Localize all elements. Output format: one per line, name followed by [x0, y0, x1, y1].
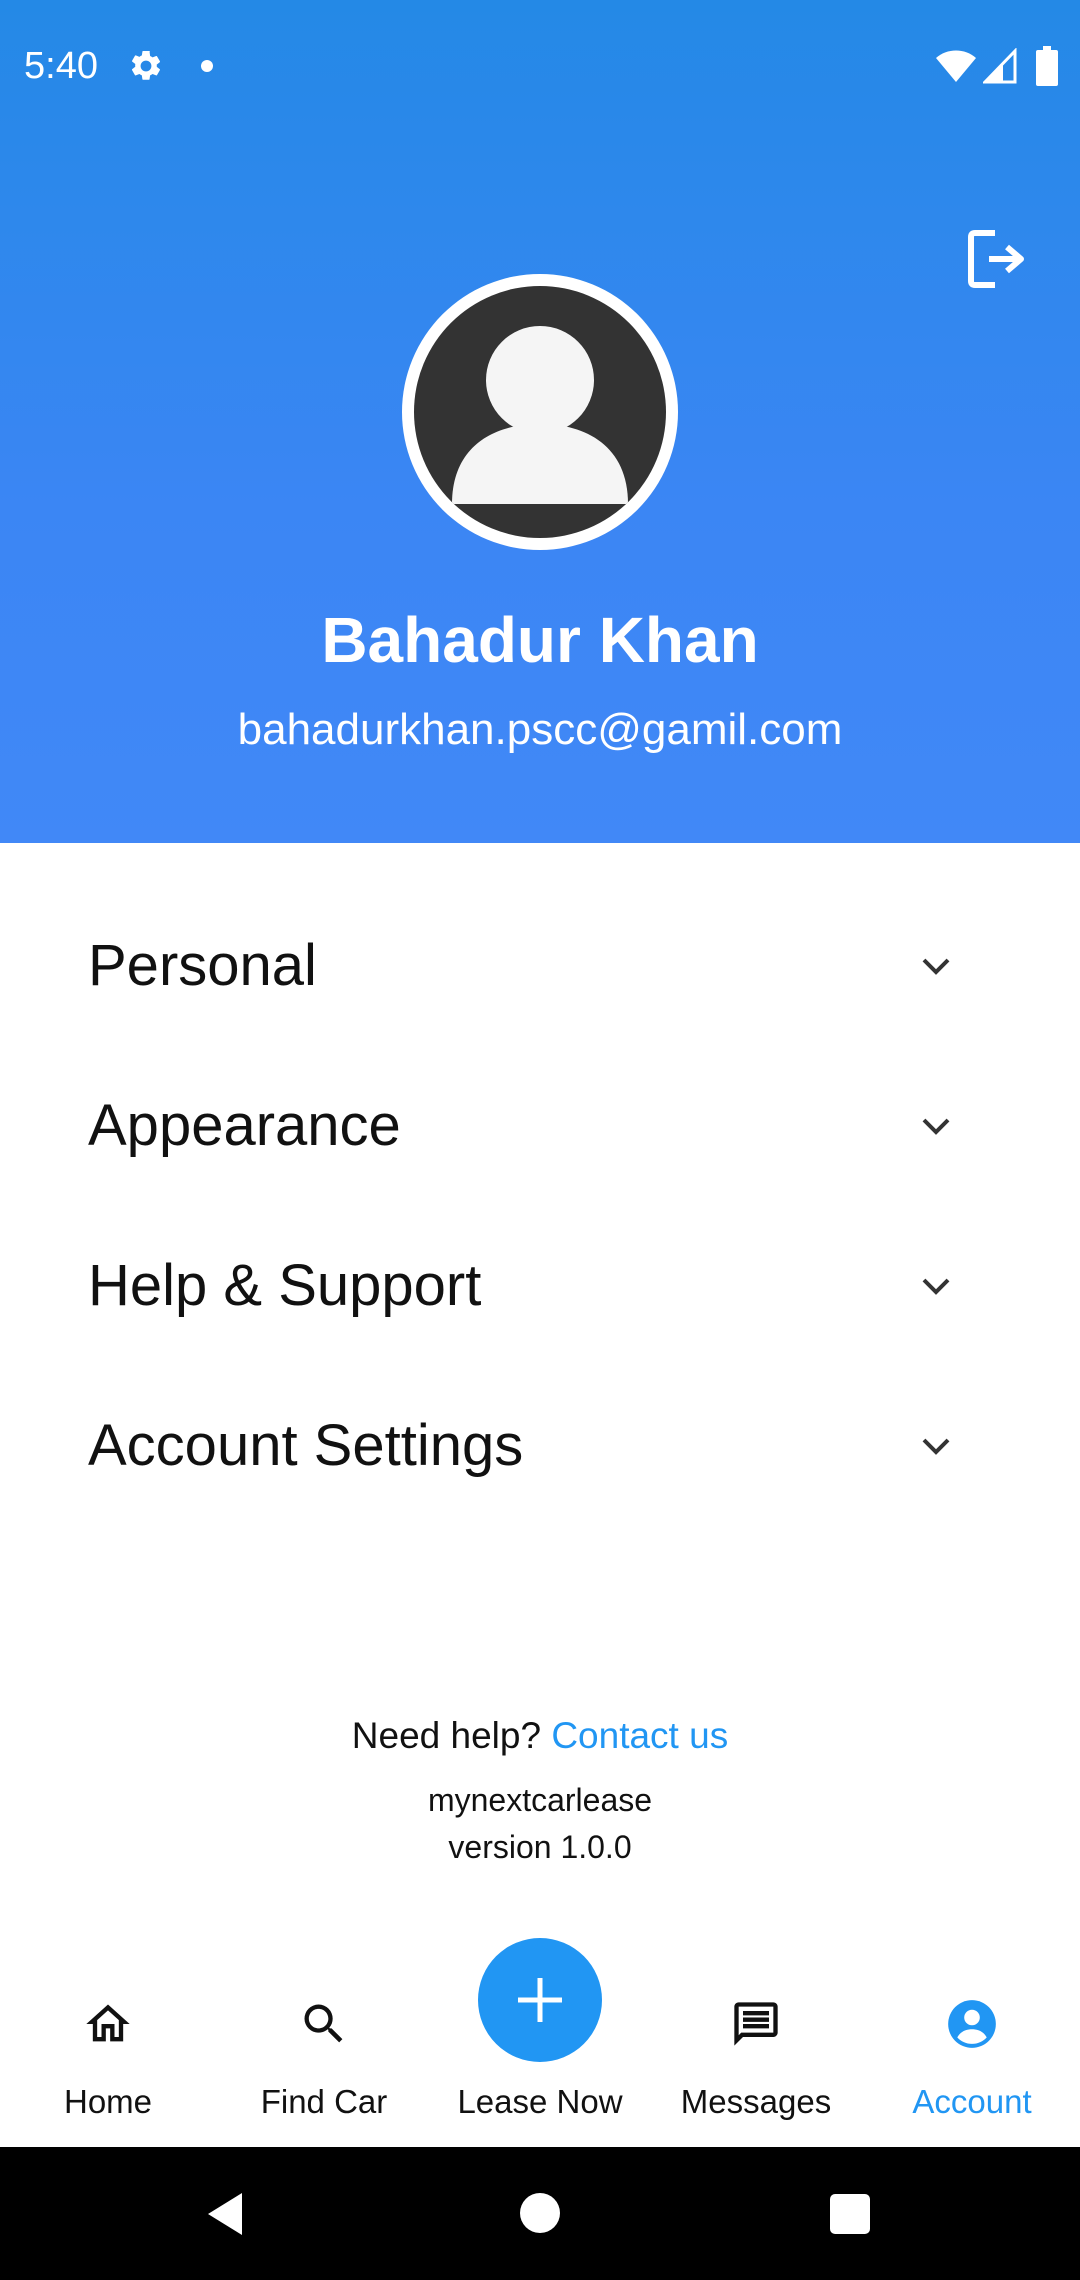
menu-item-personal[interactable]: Personal [0, 886, 1080, 1046]
menu-item-label: Account Settings [88, 1413, 524, 1478]
menu-item-account-settings[interactable]: Account Settings [0, 1366, 1080, 1526]
status-time: 5:40 [24, 45, 98, 87]
settings-menu: Personal Appearance Help & Support Accou… [0, 886, 1080, 1526]
home-button[interactable] [520, 2193, 560, 2233]
person-icon [452, 326, 628, 504]
menu-item-appearance[interactable]: Appearance [0, 1046, 1080, 1206]
nav-label: Find Car [260, 2083, 388, 2120]
app-name: mynextcarlease [427, 1782, 653, 1818]
profile-header: 5:40 Bahadur Khan bahadurkhan.pscc@gamil… [0, 0, 1080, 843]
account-circle-icon [948, 2000, 996, 2048]
home-icon [86, 2004, 130, 2042]
system-navigation-bar [0, 2147, 1080, 2280]
nav-label: Lease Now [457, 2083, 623, 2120]
search-icon [304, 2004, 343, 2043]
chevron-down-icon [922, 1118, 950, 1135]
logout-button[interactable] [958, 220, 1036, 298]
avatar[interactable] [402, 274, 678, 550]
wifi-icon [936, 50, 976, 82]
help-prompt: Need help? [351, 1715, 542, 1756]
app-version: version 1.0.0 [448, 1829, 632, 1865]
status-bar: 5:40 [0, 0, 1080, 134]
menu-item-label: Appearance [88, 1093, 401, 1158]
lease-now-fab[interactable] [478, 1938, 602, 2062]
menu-item-help-support[interactable]: Help & Support [0, 1206, 1080, 1366]
nav-label: Messages [680, 2083, 832, 2120]
nav-item-account[interactable]: Account [864, 1930, 1080, 2146]
nav-item-messages[interactable]: Messages [648, 1930, 864, 2146]
battery-icon [1036, 46, 1058, 86]
back-icon[interactable] [202, 2189, 252, 2239]
menu-item-label: Personal [88, 933, 317, 998]
account-avatar [414, 286, 666, 538]
contact-us-link[interactable]: Contact us [551, 1715, 728, 1756]
logout-icon [968, 230, 1024, 288]
signal-icon [983, 48, 1017, 84]
account-screen: 5:40 Bahadur Khan bahadurkhan.pscc@gamil… [0, 0, 1080, 2280]
nav-item-home[interactable]: Home [0, 1930, 216, 2146]
nav-item-find-car[interactable]: Find Car [216, 1930, 432, 2146]
chevron-down-icon [922, 1438, 950, 1455]
gear-icon [131, 50, 161, 80]
message-icon [734, 2002, 778, 2046]
plus-icon [518, 1978, 562, 2022]
nav-label: Account [912, 2083, 1032, 2120]
chevron-down-icon [922, 1278, 950, 1295]
notification-dot [201, 60, 213, 72]
menu-item-label: Help & Support [88, 1253, 482, 1318]
chevron-down-icon [922, 958, 950, 975]
profile-name: Bahadur Khan [321, 604, 759, 676]
recents-button[interactable] [830, 2194, 870, 2234]
profile-email: bahadurkhan.pscc@gamil.com [237, 705, 843, 754]
nav-label: Home [63, 2083, 153, 2120]
help-line: Need help? Contact us [0, 1708, 1080, 1764]
